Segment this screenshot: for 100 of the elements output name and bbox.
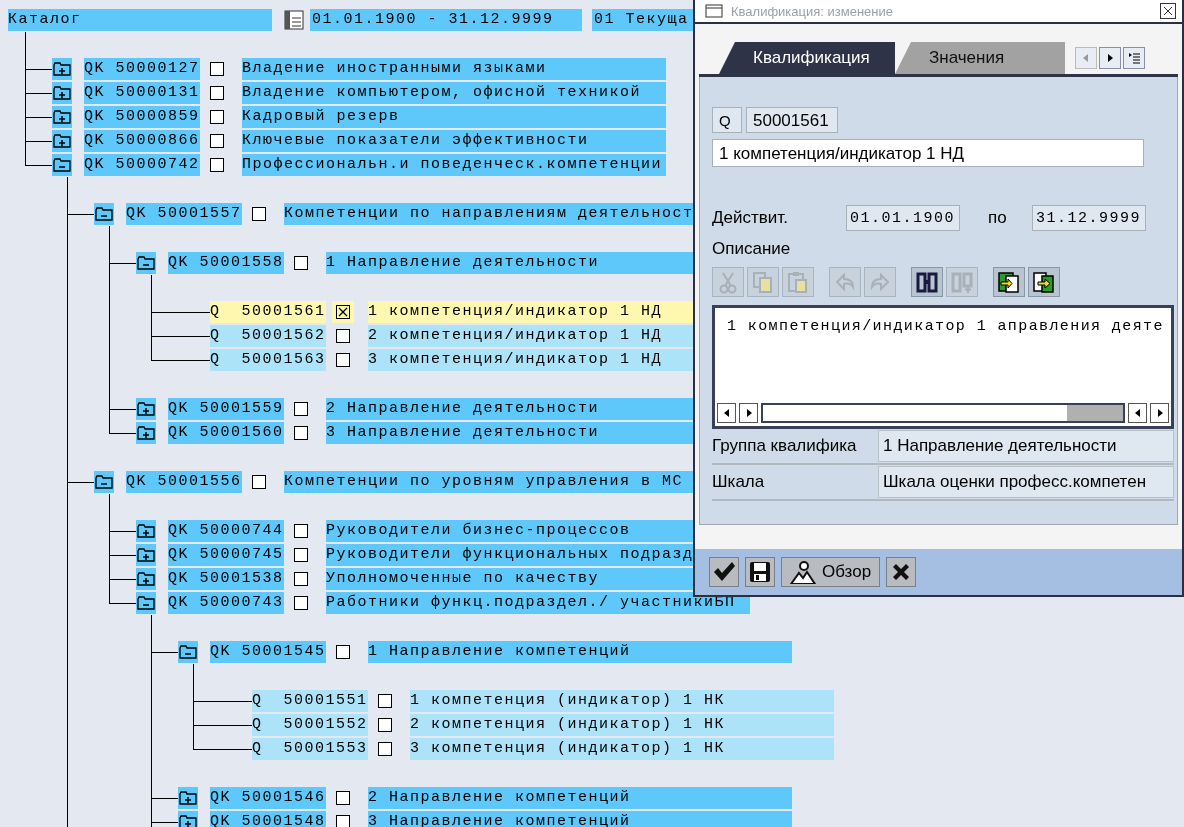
node-label[interactable]: 2 Направление компетенций (368, 787, 792, 809)
node-label[interactable]: Кадровый резерв (242, 106, 666, 128)
left-triangle-icon (722, 408, 731, 418)
left-triangle-icon (1133, 408, 1142, 418)
folder-plus-icon[interactable] (53, 134, 71, 148)
folder-plus-icon[interactable] (53, 62, 71, 76)
folder-minus-icon[interactable] (95, 475, 113, 489)
person-mountain-icon (790, 560, 816, 584)
checkbox[interactable] (336, 645, 350, 659)
clipboard-icon (786, 270, 810, 294)
save-button[interactable] (745, 557, 775, 587)
node-code: Q 50001562 (210, 325, 326, 347)
checkbox[interactable] (294, 426, 308, 440)
folder-minus-icon[interactable] (137, 256, 155, 270)
confirm-button[interactable] (709, 557, 739, 587)
checkbox[interactable] (336, 791, 350, 805)
tab[interactable]: Значения (895, 42, 1065, 74)
checkbox[interactable] (294, 548, 308, 562)
checkbox[interactable] (336, 305, 350, 319)
checkbox[interactable] (294, 596, 308, 610)
checkbox[interactable] (210, 110, 224, 124)
folder-plus-icon[interactable] (137, 402, 155, 416)
folder-plus-icon[interactable] (53, 86, 71, 100)
checkbox[interactable] (378, 694, 392, 708)
name-field[interactable]: 1 компетенция/индикатор 1 НД (712, 139, 1144, 167)
tab-list-button[interactable] (1123, 47, 1145, 69)
export-button[interactable] (1028, 267, 1060, 297)
overview-button[interactable]: Обзор (781, 557, 881, 587)
node-code: Q 50001563 (210, 349, 326, 371)
checkbox[interactable] (294, 524, 308, 538)
checkbox[interactable] (378, 718, 392, 732)
checkbox[interactable] (294, 256, 308, 270)
node-label[interactable]: Ключевые показатели эффективности (242, 130, 666, 152)
checkbox[interactable] (378, 742, 392, 756)
folder-plus-icon[interactable] (179, 791, 197, 805)
right-triangle-icon (1106, 53, 1114, 63)
import-button[interactable] (993, 267, 1025, 297)
checkbox[interactable] (210, 62, 224, 76)
folder-minus-icon[interactable] (179, 645, 197, 659)
node-code: QK 50000131 (84, 82, 200, 104)
date-field[interactable]: 31.12.9999 (1032, 205, 1146, 231)
checkbox[interactable] (210, 158, 224, 172)
right-triangle-icon (744, 408, 753, 418)
folder-plus-icon[interactable] (137, 524, 155, 538)
close-icon[interactable] (1160, 3, 1176, 19)
node-code: QK 50000743 (168, 592, 284, 614)
node-label[interactable]: 3 компетенция (индикатор) 1 НК (410, 738, 834, 760)
node-code: QK 50000744 (168, 520, 284, 542)
calendar-icon[interactable] (284, 10, 304, 30)
value-field[interactable]: 1 Направление деятельности (878, 430, 1174, 462)
node-label[interactable]: 1 компетенция (индикатор) 1 НК (410, 690, 834, 712)
node-label[interactable]: Работники функц.подраздел./ участникиБП (326, 592, 750, 614)
checkbox[interactable] (252, 207, 266, 221)
node-label[interactable]: 1 Направление компетенций (368, 641, 792, 663)
scrollbar-track[interactable] (761, 403, 1125, 423)
checkbox[interactable] (336, 815, 350, 827)
node-label[interactable]: Профессиональн.и поведенческ.компетенции (242, 154, 666, 176)
scrollbar-thumb[interactable] (1067, 405, 1123, 421)
node-label[interactable]: Владение иностранными языками (242, 58, 666, 80)
right-triangle-icon (1155, 408, 1164, 418)
cancel-button[interactable] (886, 557, 917, 587)
pages-icon (751, 270, 775, 294)
value-field[interactable]: Шкала оценки професс.компетен (878, 466, 1174, 498)
field-label: Шкала (712, 472, 766, 492)
folder-plus-icon[interactable] (137, 548, 155, 562)
node-code: QK 50001546 (210, 787, 326, 809)
node-code: Q 50001561 (210, 301, 326, 323)
window-icon (705, 4, 723, 18)
folder-plus-icon[interactable] (137, 572, 155, 586)
node-code: QK 50000859 (84, 106, 200, 128)
node-code: QK 50001545 (210, 641, 326, 663)
window-title: Квалификация: изменение (731, 3, 894, 19)
folder-plus-icon[interactable] (53, 110, 71, 124)
field-label: по (987, 208, 1008, 228)
folder-minus-icon[interactable] (137, 596, 155, 610)
checkbox[interactable] (252, 475, 266, 489)
folder-plus-icon[interactable] (137, 426, 155, 440)
checkbox[interactable] (210, 134, 224, 148)
node-code: Q 50001551 (252, 690, 368, 712)
tab[interactable]: Квалификация (719, 42, 895, 74)
object-type-field: Q (712, 107, 742, 133)
folder-plus-icon[interactable] (179, 815, 197, 827)
scroll-right-button[interactable] (1150, 403, 1169, 423)
checkbox[interactable] (336, 329, 350, 343)
node-code: QK 50001559 (168, 398, 284, 420)
folder-minus-icon[interactable] (95, 207, 113, 221)
find-button[interactable] (911, 267, 943, 297)
checkbox[interactable] (336, 353, 350, 367)
node-label[interactable]: Владение компьютером, офисной техникой (242, 82, 666, 104)
node-code: QK 50001560 (168, 422, 284, 444)
checkbox[interactable] (294, 402, 308, 416)
folder-minus-icon[interactable] (53, 158, 71, 172)
tab-scroll-right-button[interactable] (1099, 47, 1121, 69)
checkbox[interactable] (294, 572, 308, 586)
date-field[interactable]: 01.01.1900 (846, 205, 960, 231)
scroll-left-button[interactable] (717, 403, 736, 423)
scroll-left-button[interactable] (1128, 403, 1147, 423)
node-label[interactable]: 2 компетенция (индикатор) 1 НК (410, 714, 834, 736)
checkbox[interactable] (210, 86, 224, 100)
scroll-right-button[interactable] (739, 403, 758, 423)
